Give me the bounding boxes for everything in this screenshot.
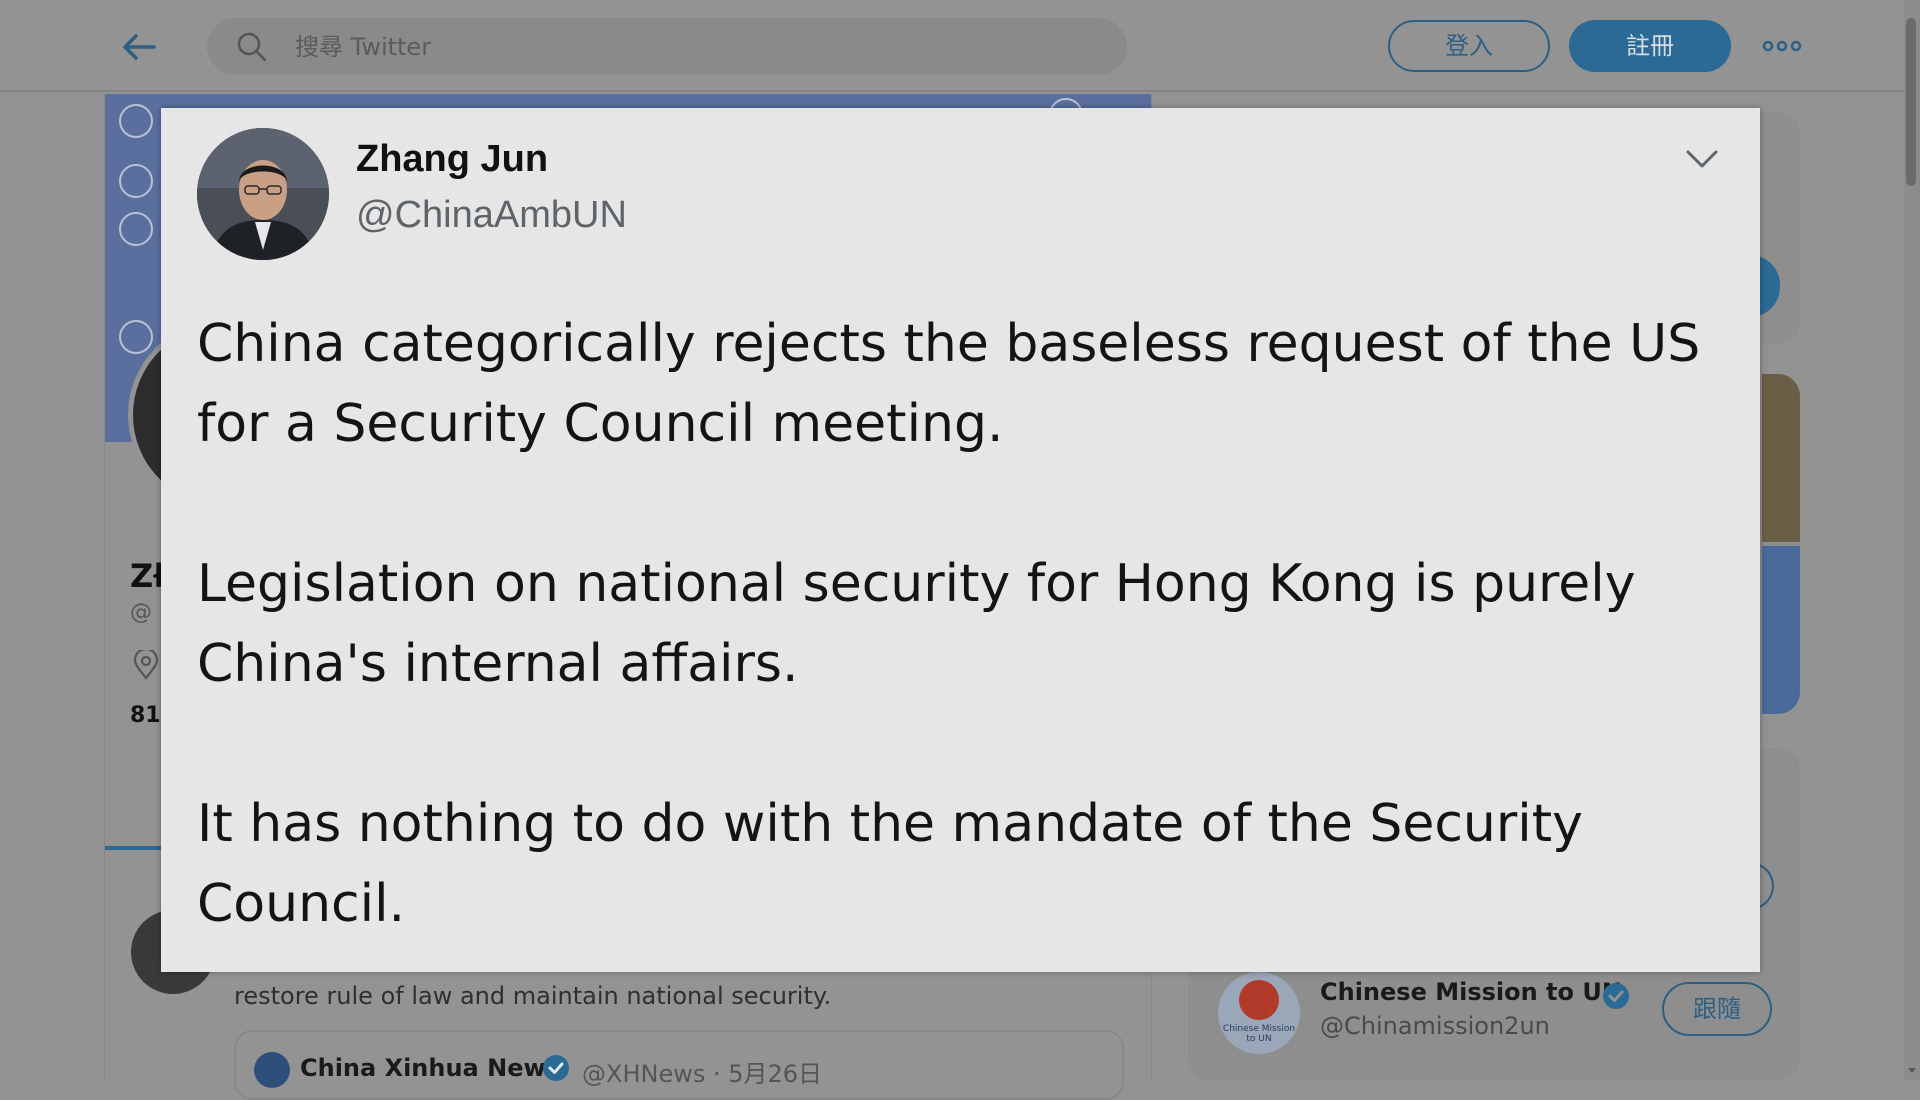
login-button[interactable]: 登入 xyxy=(1388,20,1550,72)
scrollbar-thumb[interactable] xyxy=(1906,18,1916,186)
tweet-paragraph: It has nothing to do with the mandate of… xyxy=(197,794,1583,934)
avatar-caption: Chinese Mission to UN xyxy=(1222,1024,1296,1044)
quoted-author-name: China Xinhua News xyxy=(300,1054,560,1082)
suggested-account-avatar[interactable]: Chinese Mission to UN xyxy=(1218,972,1300,1054)
author-avatar[interactable] xyxy=(197,128,329,260)
un-emblem-icon xyxy=(119,212,153,246)
chevron-down-icon[interactable] xyxy=(1685,146,1719,172)
un-emblem-icon xyxy=(119,104,153,138)
suggested-account-name[interactable]: Chinese Mission to UN xyxy=(1320,978,1622,1006)
un-emblem-icon xyxy=(119,164,153,198)
search-bar[interactable]: 搜尋 Twitter xyxy=(207,18,1127,75)
follow-count: 81 xyxy=(130,703,161,728)
quoted-author-handle-date: @XHNews · 5月26日 xyxy=(582,1060,823,1088)
back-arrow-icon[interactable] xyxy=(118,26,160,68)
tweet-card-overlay: Zhang Jun @ChinaAmbUN China categoricall… xyxy=(161,108,1760,972)
follow-button[interactable]: 跟隨 xyxy=(1662,982,1772,1036)
tweet-text: restore rule of law and maintain nationa… xyxy=(234,982,832,1010)
author-name[interactable]: Zhang Jun xyxy=(356,138,548,181)
scroll-down-arrow-icon[interactable] xyxy=(1906,1064,1918,1076)
signup-button[interactable]: 註冊 xyxy=(1569,20,1731,72)
top-navigation-bar: 搜尋 Twitter 登入 註冊 xyxy=(0,0,1904,92)
verified-icon xyxy=(543,1055,569,1081)
more-icon[interactable] xyxy=(1762,34,1802,58)
un-emblem-icon xyxy=(119,320,153,354)
profile-handle: @ xyxy=(130,600,152,625)
search-input-placeholder[interactable]: 搜尋 Twitter xyxy=(295,30,431,64)
tweet-paragraph: China categorically rejects the baseless… xyxy=(197,314,1701,454)
national-emblem-icon xyxy=(1239,980,1279,1020)
author-portrait-icon xyxy=(197,128,329,260)
location-icon xyxy=(133,650,159,680)
sidebar-photo[interactable] xyxy=(1762,374,1800,542)
sidebar-photo[interactable] xyxy=(1762,546,1800,714)
search-icon xyxy=(237,32,267,62)
tweet-paragraph: Legislation on national security for Hon… xyxy=(197,554,1636,694)
quoted-author-avatar xyxy=(254,1052,290,1088)
verified-icon xyxy=(1603,983,1629,1009)
suggested-account-handle: @Chinamission2un xyxy=(1320,1012,1550,1040)
quoted-tweet[interactable]: China Xinhua News @XHNews · 5月26日 xyxy=(234,1030,1124,1100)
author-handle[interactable]: @ChinaAmbUN xyxy=(356,194,627,237)
profile-name: Zł xyxy=(130,557,166,595)
